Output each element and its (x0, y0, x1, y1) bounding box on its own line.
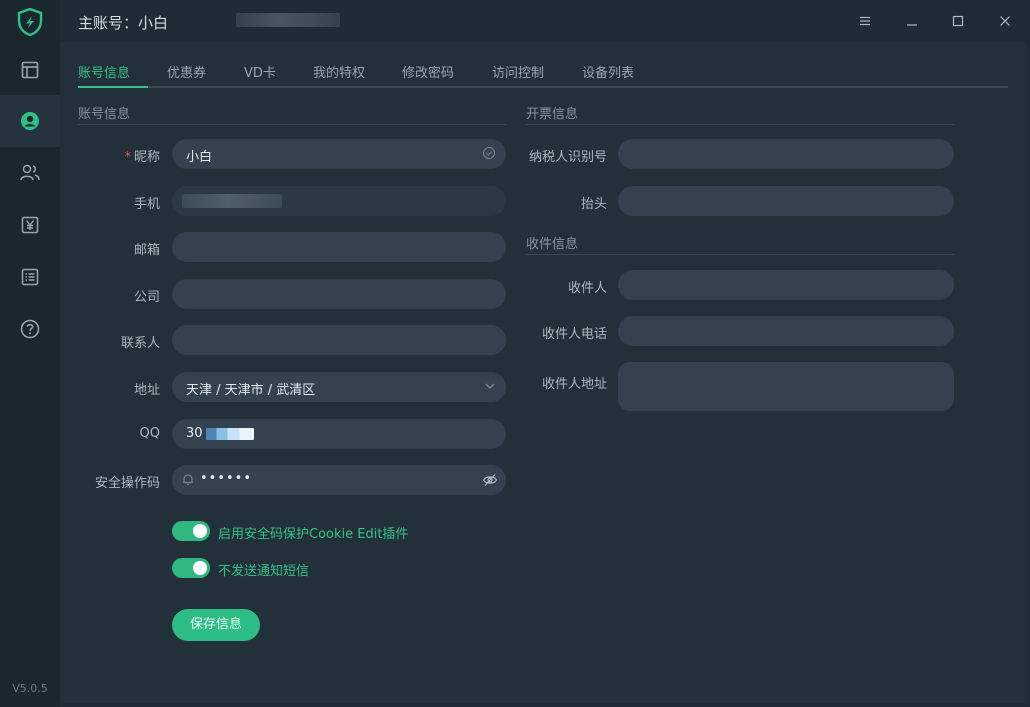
nickname-label: * 昵称 (124, 150, 160, 165)
company-label: 公司 (133, 290, 160, 305)
email-label: 邮箱 (133, 243, 160, 258)
invoice-header-label: 抬头 (580, 197, 607, 212)
close-button[interactable] (994, 10, 1016, 32)
maximize-button[interactable] (947, 10, 969, 32)
tab-access-control[interactable]: 访问控制 (492, 62, 544, 81)
yen-icon (21, 216, 39, 234)
phone-label: 手机 (133, 197, 160, 212)
redacted-phone (182, 194, 282, 208)
menu-button[interactable] (854, 10, 876, 32)
window-title: 主账号：小白 (78, 14, 169, 32)
address-label: 地址 (133, 383, 160, 398)
receiver-section-divider (526, 254, 954, 255)
qq-field[interactable]: 30 (172, 419, 506, 449)
nickname-value: 小白 (186, 150, 213, 165)
receiver-address-label: 收件人地址 (541, 377, 607, 392)
minimize-icon (907, 24, 917, 26)
tab-change-password[interactable]: 修改密码 (402, 62, 454, 81)
taxid-field[interactable] (618, 139, 954, 169)
security-code-label: 安全操作码 (94, 476, 160, 491)
chevron-down-icon (484, 379, 496, 397)
no-sms-label: 不发送通知短信 (218, 564, 310, 579)
save-button[interactable]: 保存信息 (172, 609, 260, 641)
receiver-phone-label: 收件人电话 (541, 327, 607, 342)
check-circle-icon (482, 146, 496, 164)
tab-vd-card[interactable]: VD卡 (244, 62, 276, 81)
menu-icon (860, 16, 870, 26)
title-bar: 主账号：小白 (60, 0, 1030, 42)
toggle-knob (193, 561, 207, 575)
help-icon (20, 319, 40, 339)
shield-logo-icon (17, 8, 43, 36)
list-icon (21, 268, 39, 286)
contact-field[interactable] (172, 325, 506, 355)
qq-value: 30 (186, 426, 203, 441)
account-section-title: 账号信息 (78, 107, 131, 122)
tab-account-info[interactable]: 账号信息 (78, 62, 130, 81)
users-icon (20, 164, 40, 181)
active-tab-indicator (78, 86, 148, 88)
invoice-header-field[interactable] (618, 186, 954, 216)
no-sms-toggle[interactable] (172, 558, 210, 578)
tab-bar: 账号信息 优惠券 VD卡 我的特权 修改密码 访问控制 设备列表 (78, 58, 1008, 88)
account-section-divider (78, 124, 506, 125)
contact-label: 联系人 (120, 336, 160, 351)
invoice-section-divider (526, 124, 954, 125)
required-mark: * (124, 150, 131, 165)
cookie-edit-protect-label: 启用安全码保护Cookie Edit插件 (218, 527, 409, 542)
eye-off-icon[interactable] (482, 473, 498, 491)
redacted-qq (206, 428, 254, 440)
receiver-section-title: 收件信息 (526, 237, 579, 252)
cookie-edit-protect-toggle[interactable] (172, 521, 210, 541)
receiver-name-field[interactable] (618, 270, 954, 300)
taxid-label: 纳税人识别号 (528, 150, 607, 165)
tab-device-list[interactable]: 设备列表 (582, 62, 634, 81)
tab-privileges[interactable]: 我的特权 (313, 62, 365, 81)
email-field[interactable] (172, 232, 506, 262)
toggle-knob (193, 524, 207, 538)
minimize-button[interactable] (901, 10, 923, 32)
security-code-field[interactable]: •••••• (172, 465, 506, 495)
receiver-name-label: 收件人 (567, 281, 607, 296)
nickname-field[interactable]: 小白 (172, 139, 506, 169)
security-code-value: •••••• (200, 471, 253, 486)
maximize-icon (952, 15, 964, 27)
address-select[interactable]: 天津 / 天津市 / 武清区 (172, 372, 506, 402)
tab-coupons[interactable]: 优惠券 (167, 62, 206, 81)
layout-icon (21, 61, 39, 79)
qq-label: QQ (139, 426, 160, 441)
phone-field[interactable] (172, 186, 506, 216)
close-icon (1000, 16, 1010, 26)
app-logo (0, 0, 60, 44)
version-label: V5.0.5 (12, 682, 48, 695)
main-content: 账号信息 优惠券 VD卡 我的特权 修改密码 访问控制 设备列表 账号信息 * 昵… (60, 42, 1026, 703)
bell-icon (182, 473, 194, 490)
sidebar: V5.0.5 (0, 0, 60, 707)
user-circle-icon (21, 112, 39, 130)
receiver-address-field[interactable] (618, 362, 954, 411)
sidebar-item-layout[interactable] (0, 44, 60, 96)
address-value: 天津 / 天津市 / 武清区 (186, 383, 316, 398)
receiver-phone-field[interactable] (618, 316, 954, 346)
redacted-account-id (236, 13, 340, 27)
company-field[interactable] (172, 279, 506, 309)
sidebar-item-account[interactable] (0, 95, 60, 147)
invoice-section-title: 开票信息 (526, 107, 579, 122)
